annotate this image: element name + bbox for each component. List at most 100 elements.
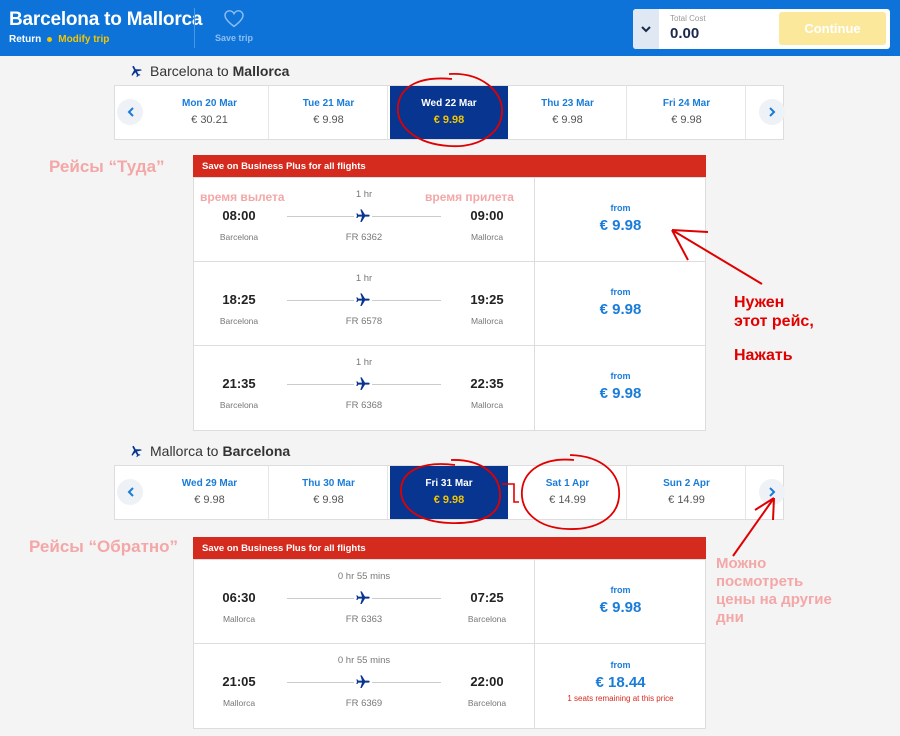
flight-row-fr6578[interactable]: 18:25 Barcelona 1 hr FR 6578 19:25 Mallo…: [194, 262, 705, 346]
chevron-right-icon: [768, 487, 775, 497]
total-cost-box: Total Cost 0.00 Continue: [633, 9, 890, 49]
flight-number: FR 6369: [345, 698, 383, 709]
departure-time: 08:00: [222, 208, 256, 223]
outbound-origin: Barcelona: [150, 63, 214, 79]
date-label: Tue 21 Mar: [302, 98, 355, 109]
return-title: Mallorca to Barcelona: [128, 443, 290, 459]
annotation-press: Нажать: [734, 347, 793, 364]
arrival-city: Mallorca: [470, 400, 504, 410]
flight-number: FR 6363: [345, 614, 383, 625]
annotation-other-days-line2: посмотреть: [716, 573, 804, 590]
outbound-date-fri-24[interactable]: Fri 24 Mar € 9.98: [628, 86, 746, 139]
flight-duration: 0 hr 55 mins: [337, 571, 391, 582]
return-date-wed-29[interactable]: Wed 29 Mar € 9.98: [151, 466, 269, 519]
annotation-need-line2: этот рейс,: [734, 313, 814, 330]
departure-city: Mallorca: [222, 698, 256, 708]
annotation-return-label: Рейсы “Обратно”: [29, 537, 179, 556]
date-label: Wed 29 Mar: [181, 478, 238, 489]
flight-price-cell[interactable]: from € 9.98: [536, 262, 705, 345]
annotation-other-days-line1: Можно: [716, 555, 767, 572]
date-price: € 9.98: [433, 494, 465, 506]
date-label: Wed 22 Mar: [421, 98, 477, 109]
flight-row-fr6363[interactable]: 06:30 Mallorca 0 hr 55 mins FR 6363 07:2…: [194, 560, 705, 644]
outbound-next-dates-button[interactable]: [759, 99, 785, 125]
annotation-other-days-line4: дни: [716, 609, 744, 626]
flight-info: 18:25 Barcelona 1 hr FR 6578 19:25 Mallo…: [194, 262, 535, 345]
outbound-prev-dates-button[interactable]: [117, 99, 143, 125]
total-cost-toggle[interactable]: [633, 9, 659, 49]
outbound-date-thu-23[interactable]: Thu 23 Mar € 9.98: [509, 86, 627, 139]
save-trip-button[interactable]: Save trip: [208, 10, 260, 43]
seats-remaining-note: 1 seats remaining at this price: [567, 694, 674, 703]
outbound-destination: Mallorca: [232, 63, 290, 79]
return-date-sun-2[interactable]: Sun 2 Apr € 14.99: [628, 466, 746, 519]
flight-row-fr6368[interactable]: 21:35 Barcelona 1 hr FR 6368 22:35 Mallo…: [194, 346, 705, 430]
flight-duration: 1 hr: [355, 357, 373, 368]
date-price: € 14.99: [668, 494, 705, 506]
arrival-time: 22:00: [470, 674, 504, 689]
outbound-date-wed-22-selected[interactable]: Wed 22 Mar € 9.98: [390, 86, 508, 139]
departure-city: Barcelona: [219, 400, 259, 410]
flight-price-cell[interactable]: from € 9.98: [536, 178, 705, 261]
return-prev-dates-button[interactable]: [117, 479, 143, 505]
chevron-left-icon: [127, 487, 134, 497]
date-label: Mon 20 Mar: [181, 98, 237, 109]
flight-number: FR 6368: [345, 400, 383, 411]
from-label: from: [610, 660, 631, 670]
flight-price-cell[interactable]: from € 9.98: [536, 560, 705, 643]
from-label: from: [610, 371, 631, 381]
date-price: € 9.98: [671, 114, 702, 126]
chevron-left-icon: [127, 107, 134, 117]
from-label: from: [610, 203, 631, 213]
annotation-need-flight: Нужен этот рейс,: [734, 293, 814, 331]
return-date-thu-30[interactable]: Thu 30 Mar € 9.98: [270, 466, 388, 519]
annotation-departure-time-note: время вылета: [200, 190, 285, 204]
continue-button[interactable]: Continue: [779, 12, 886, 45]
flight-number: FR 6362: [345, 232, 383, 243]
outbound-flights-list: 08:00 Barcelona 1 hr FR 6362 09:00 Mallo…: [193, 177, 706, 431]
trip-subline: Return Modify trip: [9, 34, 109, 45]
return-business-plus-banner[interactable]: Save on Business Plus for all flights: [193, 537, 706, 559]
outbound-date-mon-20[interactable]: Mon 20 Mar € 30.21: [151, 86, 269, 139]
arrival-time: 22:35: [470, 376, 504, 391]
date-price: € 9.98: [433, 114, 465, 126]
outbound-business-plus-banner[interactable]: Save on Business Plus for all flights: [193, 155, 706, 177]
flight-price: € 9.98: [599, 599, 642, 616]
arrival-time: 09:00: [470, 208, 504, 223]
heart-icon: [224, 10, 244, 28]
plane-icon: [131, 446, 142, 458]
flight-duration: 0 hr 55 mins: [337, 655, 391, 666]
flight-price: € 9.98: [599, 217, 642, 234]
return-flights-list: 06:30 Mallorca 0 hr 55 mins FR 6363 07:2…: [193, 559, 706, 729]
annotation-need-line1: Нужен: [734, 294, 785, 311]
date-price: € 9.98: [552, 114, 583, 126]
flight-price: € 9.98: [599, 385, 642, 402]
flight-info: 06:30 Mallorca 0 hr 55 mins FR 6363 07:2…: [194, 560, 535, 643]
departure-time: 06:30: [222, 590, 256, 605]
outbound-date-tue-21[interactable]: Tue 21 Mar € 9.98: [270, 86, 388, 139]
chevron-down-icon: [641, 25, 651, 32]
return-date-sat-1[interactable]: Sat 1 Apr € 14.99: [509, 466, 627, 519]
plane-icon: [354, 674, 372, 690]
flight-price-cell[interactable]: from € 18.44 1 seats remaining at this p…: [536, 644, 705, 728]
date-label: Sun 2 Apr: [663, 478, 710, 489]
plane-icon: [354, 292, 372, 308]
date-price: € 9.98: [313, 114, 344, 126]
return-date-fri-31-selected[interactable]: Fri 31 Mar € 9.98: [390, 466, 508, 519]
flight-price: € 9.98: [599, 301, 642, 318]
modify-trip-link[interactable]: Modify trip: [58, 34, 109, 45]
return-date-carousel: Wed 29 Mar € 9.98 Thu 30 Mar € 9.98 Fri …: [114, 465, 785, 520]
from-label: from: [610, 287, 631, 297]
return-origin: Mallorca: [150, 443, 203, 459]
date-price: € 14.99: [549, 494, 586, 506]
plane-icon: [131, 66, 142, 78]
annotation-arrival-time-note: время прилета: [425, 190, 514, 204]
departure-city: Mallorca: [222, 614, 256, 624]
return-next-dates-button[interactable]: [759, 479, 785, 505]
flight-row-fr6369[interactable]: 21:05 Mallorca 0 hr 55 mins FR 6369 22:0…: [194, 644, 705, 728]
departure-time: 21:35: [222, 376, 256, 391]
page-title: Barcelona to Mallorca: [9, 9, 203, 30]
flight-price-cell[interactable]: from € 9.98: [536, 346, 705, 430]
annotation-other-days: Можно посмотреть цены на другие дни: [716, 555, 832, 627]
chevron-right-icon: [768, 107, 775, 117]
